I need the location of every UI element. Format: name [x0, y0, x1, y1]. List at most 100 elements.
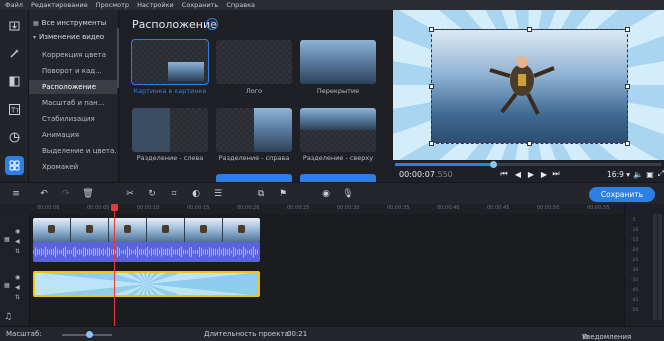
category-highlight-color[interactable]: Выделение и цвета... — [29, 144, 117, 158]
skip-start-icon[interactable]: ⏮ — [499, 169, 509, 179]
overlay-clip[interactable] — [33, 271, 260, 297]
resize-handle[interactable] — [429, 84, 434, 89]
resize-handle[interactable] — [625, 84, 630, 89]
resize-handle[interactable] — [527, 141, 532, 146]
next-frame-icon[interactable]: ▶ — [539, 169, 549, 179]
category-animation[interactable]: Анимация — [29, 128, 117, 142]
time-display: 00:00:07.550 — [399, 170, 453, 179]
menu-help[interactable]: Справка — [226, 1, 255, 9]
voice-icon[interactable]: ◉ — [320, 188, 332, 200]
ruler-tick: 00:00:30 — [337, 205, 360, 211]
menu-settings[interactable]: Настройки — [137, 1, 174, 9]
fullscreen-icon[interactable]: ⤢ — [656, 169, 664, 179]
resize-handle[interactable] — [527, 27, 532, 32]
ruler-tick: 00:00:45 — [487, 205, 510, 211]
eye-icon[interactable]: ◉ — [15, 274, 20, 281]
effect-tile-split-top[interactable] — [300, 108, 376, 152]
pip-frame[interactable] — [431, 29, 628, 144]
resize-handle[interactable] — [625, 27, 630, 32]
add-track-icon[interactable]: ≡ — [10, 188, 22, 200]
video-preview[interactable] — [393, 10, 664, 160]
effect-tile-partial[interactable] — [300, 174, 376, 182]
help-icon[interactable]: ? — [206, 18, 218, 30]
clip-frame — [147, 218, 185, 242]
ruler-tick: 00:00:35 — [387, 205, 410, 211]
menu-file[interactable]: Файл — [5, 1, 23, 9]
undo-icon[interactable]: ↶ — [38, 188, 50, 200]
link-icon[interactable]: ⇅ — [15, 294, 20, 301]
resize-handle[interactable] — [429, 141, 434, 146]
crop-icon[interactable]: ⌗ — [168, 188, 180, 200]
category-all-tools[interactable]: ▦ Все инструменты — [29, 16, 117, 30]
category-color-correction[interactable]: Коррекция цвета — [29, 48, 117, 62]
properties-icon[interactable]: ☰ — [212, 188, 224, 200]
volume-icon[interactable]: ◀ — [15, 284, 20, 291]
aspect-ratio-select[interactable]: 16:9 ▾ — [607, 170, 630, 179]
category-zoom-pan[interactable]: Масштаб и пан... — [29, 96, 117, 110]
volume-icon[interactable]: ◀ — [15, 238, 20, 245]
effect-tile-split-left[interactable] — [132, 108, 208, 152]
stickers-button[interactable] — [5, 128, 24, 147]
category-stabilization[interactable]: Стабилизация — [29, 112, 117, 126]
ruler-tick: 00:00:15 — [187, 205, 210, 211]
resize-handle[interactable] — [625, 141, 630, 146]
save-button[interactable]: Сохранить — [589, 187, 655, 202]
category-scrollbar[interactable] — [117, 28, 119, 88]
volume-icon[interactable]: 🔈 — [633, 169, 643, 179]
category-rotate-crop[interactable]: Поворот и кад... — [29, 64, 117, 78]
playhead-line[interactable] — [114, 204, 115, 326]
category-layout[interactable]: Расположение — [29, 80, 117, 94]
ruler-tick: 00:00:25 — [287, 205, 310, 211]
transitions-button[interactable] — [5, 72, 24, 91]
link-icon[interactable]: ⇅ — [15, 248, 20, 255]
zoom-knob[interactable] — [86, 331, 93, 338]
filters-button[interactable] — [5, 44, 24, 63]
menu-edit[interactable]: Редактирование — [31, 1, 88, 9]
ruler-tick: 00:00:50 — [537, 205, 560, 211]
play-icon[interactable]: ▶ — [526, 169, 536, 179]
ruler-tick: 00:00:10 — [137, 205, 160, 211]
progress-track[interactable] — [395, 161, 661, 168]
progress-knob[interactable] — [490, 161, 498, 168]
meter-label: -25 — [631, 258, 639, 263]
prev-frame-icon[interactable]: ◀ — [513, 169, 523, 179]
timeline-ruler[interactable]: 00:00:00 00:00:05 00:00:10 00:00:15 00:0… — [0, 204, 664, 214]
titles-button[interactable]: Tт — [5, 100, 24, 119]
menu-view[interactable]: Просмотр — [96, 1, 129, 9]
microphone-icon[interactable]: 🎙 — [342, 188, 354, 200]
category-video-edit[interactable]: ▾ Изменение видео — [29, 30, 117, 44]
grid-icon: ▦ — [33, 19, 39, 27]
notifications-label: Уведомления — [582, 333, 632, 341]
clip-frame — [33, 218, 71, 242]
category-chroma-key[interactable]: Хромакей — [29, 160, 117, 174]
meter-label: -40 — [631, 288, 639, 293]
scissors-icon[interactable]: ✂ — [124, 188, 136, 200]
marker-icon[interactable]: ⚑ — [277, 188, 289, 200]
thumbnail-image — [300, 108, 376, 130]
effect-tile-split-right[interactable] — [216, 108, 292, 152]
snapshot-icon[interactable]: ▣ — [645, 169, 655, 179]
meter-label: -10 — [631, 228, 639, 233]
menu-save[interactable]: Сохранить — [182, 1, 219, 9]
playhead-handle[interactable] — [111, 204, 118, 211]
color-adjust-icon[interactable]: ◐ — [190, 188, 202, 200]
resize-handle[interactable] — [429, 27, 434, 32]
effect-tile-pip[interactable] — [131, 39, 209, 85]
redo-icon[interactable]: ↷ — [60, 188, 72, 200]
rotate-icon[interactable]: ↻ — [146, 188, 158, 200]
effect-tile-overlay[interactable] — [300, 40, 376, 84]
more-tools-button[interactable] — [5, 156, 24, 175]
timeline-tracks[interactable]: ▦ ◉ ◀ ⇅ ▦ ◉ ◀ ⇅ ♫ — [0, 214, 624, 326]
trash-icon[interactable]: 🗑 — [82, 188, 94, 200]
import-button[interactable] — [5, 16, 24, 35]
effect-tile-partial[interactable] — [216, 174, 292, 182]
eye-icon[interactable]: ◉ — [15, 228, 20, 235]
progress-fill — [395, 163, 494, 166]
effect-tile-logo[interactable] — [216, 40, 292, 84]
skip-end-icon[interactable]: ⏭ — [551, 169, 561, 179]
audio-waveform[interactable] — [33, 242, 260, 262]
thumbnail-image — [300, 40, 376, 84]
current-time: 00:00:07 — [399, 170, 435, 179]
overlay-icon[interactable]: ⧉ — [255, 188, 267, 200]
video-clip[interactable] — [33, 218, 260, 242]
